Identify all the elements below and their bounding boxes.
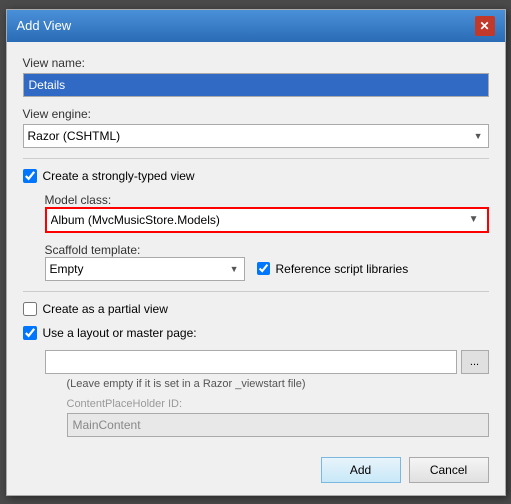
partial-view-row: Create as a partial view [23,302,489,316]
view-engine-select[interactable]: Razor (CSHTML) ASPX [23,124,489,148]
view-name-label: View name: [23,56,489,70]
close-button[interactable]: ✕ [475,16,495,36]
divider-2 [23,291,489,292]
add-button[interactable]: Add [321,457,401,483]
view-engine-label: View engine: [23,107,489,121]
strongly-typed-checkbox[interactable] [23,169,37,183]
content-placeholder-label: ContentPlaceHolder ID: [67,398,489,410]
view-engine-group: View engine: Razor (CSHTML) ASPX [23,107,489,148]
use-layout-label[interactable]: Use a layout or master page: [43,326,197,340]
scaffold-select-wrapper: Empty Create Delete Details Edit List [45,257,245,281]
title-bar: Add View ✕ [7,10,505,42]
layout-input-group: ... (Leave empty if it is set in a Razor… [45,350,489,437]
dialog-footer: Add Cancel [7,449,505,495]
cancel-button[interactable]: Cancel [409,457,489,483]
model-class-dropdown-icon[interactable]: ▼ [465,214,483,225]
model-class-label: Model class: [45,193,112,207]
layout-hint: (Leave empty if it is set in a Razor _vi… [67,378,489,390]
use-layout-checkbox[interactable] [23,326,37,340]
browse-button[interactable]: ... [461,350,489,374]
view-name-group: View name: [23,56,489,97]
use-layout-row: Use a layout or master page: [23,326,489,340]
layout-path-input[interactable] [45,350,457,374]
strongly-typed-label[interactable]: Create a strongly-typed view [43,169,195,183]
strongly-typed-row: Create a strongly-typed view [23,169,489,183]
ref-script-label[interactable]: Reference script libraries [276,262,409,276]
layout-input-row: ... [45,350,489,374]
divider-1 [23,158,489,159]
model-class-box: ▼ [45,207,489,233]
model-class-input[interactable] [51,213,465,227]
dialog-title: Add View [17,18,72,33]
partial-view-label[interactable]: Create as a partial view [43,302,168,316]
partial-view-checkbox[interactable] [23,302,37,316]
dialog-body: View name: View engine: Razor (CSHTML) A… [7,42,505,449]
content-placeholder-input[interactable] [67,413,489,437]
ref-script-row: Reference script libraries [257,262,409,276]
view-name-input[interactable] [23,73,489,97]
scaffold-row: Empty Create Delete Details Edit List Re… [45,257,489,281]
ref-script-checkbox[interactable] [257,262,270,275]
scaffold-select[interactable]: Empty Create Delete Details Edit List [45,257,245,281]
add-view-dialog: Add View ✕ View name: View engine: Razor… [6,9,506,496]
model-class-group: Model class: ▼ [45,193,489,233]
scaffold-label: Scaffold template: [45,243,141,257]
scaffold-group: Scaffold template: Empty Create Delete D… [45,243,489,281]
view-engine-select-wrapper: Razor (CSHTML) ASPX [23,124,489,148]
